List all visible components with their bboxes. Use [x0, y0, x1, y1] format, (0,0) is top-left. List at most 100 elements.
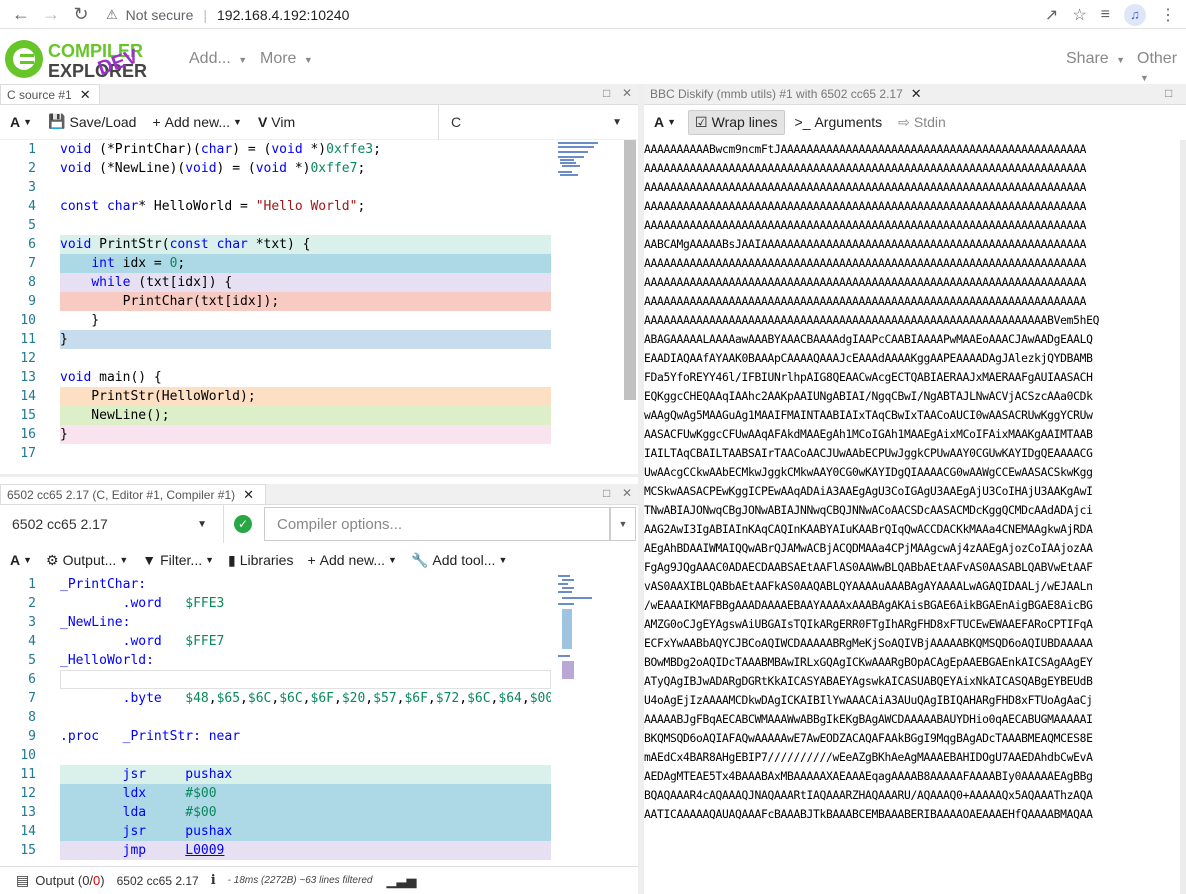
- assembly-minimap[interactable]: [556, 575, 620, 685]
- source-scrollbar[interactable]: [624, 140, 636, 400]
- tool-output[interactable]: AAAAAAAAAABwcm9ncmFtJAAAAAAAAAAAAAAAAAAA…: [644, 140, 1178, 894]
- font-size-button[interactable]: A ▼: [10, 114, 32, 130]
- code-line[interactable]: 3 _NewLine:: [0, 613, 551, 632]
- code-line[interactable]: 11}: [0, 330, 551, 349]
- maximize-icon[interactable]: □: [603, 86, 610, 100]
- arguments-button[interactable]: >_ Arguments: [795, 114, 883, 130]
- code-line[interactable]: 14 jsr pushax: [0, 822, 551, 841]
- vim-toggle[interactable]: V Vim: [258, 114, 295, 130]
- code-line[interactable]: 2 void (*NewLine)(void) = (void *)0xffe7;: [0, 159, 551, 178]
- code-line[interactable]: 1 void (*PrintChar)(char) = (void *)0xffe…: [0, 140, 551, 159]
- code-line[interactable]: 3: [0, 178, 551, 197]
- code-line[interactable]: 16}: [0, 425, 551, 444]
- maximize-icon[interactable]: □: [603, 486, 610, 500]
- code-line[interactable]: 15 jmp L0009: [0, 841, 551, 860]
- bookmark-star-icon[interactable]: ☆: [1072, 5, 1086, 25]
- add-new-button[interactable]: + Add new... ▼: [307, 552, 397, 568]
- terminal-icon: ▤: [16, 872, 30, 888]
- code-line[interactable]: 1 _PrintChar:: [0, 575, 551, 594]
- assembly-output[interactable]: 1 _PrintChar: 2 .word $FFE3 3 _NewLine: 4 .wo…: [0, 575, 551, 861]
- options-dropdown-button[interactable]: ▼: [610, 507, 636, 541]
- libraries-button[interactable]: ▮ Libraries: [228, 552, 293, 569]
- compiler-status-bar: ▤ Output (0/0) 6502 cc65 2.17 i - 18ms (…: [0, 866, 640, 894]
- profile-avatar[interactable]: ♫: [1124, 3, 1146, 26]
- code-text: jsr pushax: [122, 824, 233, 839]
- code-line[interactable]: 5: [0, 216, 551, 235]
- output-line: vAS0AAXIBLQABbAEtAAFkAS0AAQABLQYAAAAuAAA…: [644, 580, 1093, 593]
- code-line[interactable]: 7 int idx = 0;: [0, 254, 551, 273]
- bar-chart-icon[interactable]: ▁▃▅: [386, 873, 416, 889]
- browser-menu-icon[interactable]: ⋮: [1160, 5, 1176, 25]
- back-arrow-icon[interactable]: ←: [6, 0, 36, 28]
- tab-source[interactable]: C source #1 ✕: [0, 84, 100, 105]
- tab-compiler[interactable]: 6502 cc65 2.17 (C, Editor #1, Compiler #…: [0, 484, 266, 505]
- close-pane-icon[interactable]: ✕: [622, 86, 632, 100]
- tab-strip: [934, 84, 1186, 105]
- code-line[interactable]: 8 while (txt[idx]) {: [0, 273, 551, 292]
- line-number: 10: [20, 748, 36, 763]
- filter-menu[interactable]: ▼ Filter... ▼: [142, 552, 214, 568]
- code-line[interactable]: 15 NewLine();: [0, 406, 551, 425]
- save-load-button[interactable]: 💾 Save/Load: [48, 113, 136, 130]
- compiler-explorer-logo[interactable]: COMPILER EXPLORER DEV: [2, 35, 172, 83]
- other-menu[interactable]: Other ▼: [1137, 50, 1186, 86]
- address-bar[interactable]: ⚠ Not secure | 192.168.4.192:10240: [106, 3, 1026, 26]
- source-minimap[interactable]: [556, 140, 620, 180]
- output-button[interactable]: ▤ Output (0/0): [16, 872, 105, 889]
- code-line[interactable]: 10 }: [0, 311, 551, 330]
- maximize-icon[interactable]: □: [1165, 86, 1172, 100]
- compiler-select[interactable]: 6502 cc65 2.17 ▼: [0, 505, 224, 543]
- code-line[interactable]: 12 ldx #$00: [0, 784, 551, 803]
- tab-tool[interactable]: BBC Diskify (mmb utils) #1 with 6502 cc6…: [644, 84, 934, 105]
- code-line[interactable]: 5 _HelloWorld:: [0, 651, 551, 670]
- stdin-button[interactable]: ⇨ Stdin: [898, 114, 946, 131]
- code-line[interactable]: 11 jsr pushax: [0, 765, 551, 784]
- code-line[interactable]: 8: [0, 708, 551, 727]
- compiler-options-input[interactable]: Compiler options...: [264, 507, 610, 541]
- code-line[interactable]: 2 .word $FFE3: [0, 594, 551, 613]
- more-menu[interactable]: More ▼: [260, 50, 313, 68]
- code-text: .byte $48,$65,$6C,$6C,$6F,$20,$57,$6F,$7…: [122, 691, 551, 706]
- tool-pane: BBC Diskify (mmb utils) #1 with 6502 cc6…: [644, 84, 1186, 894]
- code-line[interactable]: 10: [0, 746, 551, 765]
- language-select[interactable]: C ▼: [438, 104, 636, 140]
- info-icon[interactable]: i: [211, 873, 216, 888]
- code-line[interactable]: 6 void PrintStr(const char *txt) {: [0, 235, 551, 254]
- code-line[interactable]: 12: [0, 349, 551, 368]
- code-line[interactable]: 4 const char* HelloWorld = "Hello World";: [0, 197, 551, 216]
- add-new-button[interactable]: + Add new... ▼: [152, 114, 242, 130]
- close-icon[interactable]: ✕: [911, 86, 922, 102]
- line-number: 11: [20, 767, 36, 782]
- reload-icon[interactable]: ↻: [66, 0, 96, 28]
- code-line[interactable]: 9 PrintChar(txt[idx]);: [0, 292, 551, 311]
- output-menu[interactable]: ⚙ Output... ▼: [46, 552, 128, 569]
- wrap-lines-toggle[interactable]: ☑ Wrap lines: [688, 109, 785, 135]
- code-line[interactable]: 9 .proc _PrintStr: near: [0, 727, 551, 746]
- close-icon[interactable]: ✕: [80, 87, 91, 103]
- tool-scrollbar[interactable]: [1180, 140, 1186, 894]
- share-page-icon[interactable]: ↗: [1045, 5, 1058, 25]
- pane-divider[interactable]: [0, 474, 638, 477]
- font-size-button[interactable]: A ▼: [654, 114, 676, 130]
- code-line[interactable]: 7 .byte $48,$65,$6C,$6C,$6F,$20,$57,$6F,…: [0, 689, 551, 708]
- font-size-button[interactable]: A ▼: [10, 552, 32, 568]
- share-menu[interactable]: Share ▼: [1066, 50, 1125, 68]
- output-line: ABAGAAAAALAAAAawAAABYAAACBAAAAdgIAAPcCAA…: [644, 333, 1093, 346]
- forward-arrow-icon[interactable]: →: [36, 0, 66, 28]
- add-menu[interactable]: Add... ▼: [189, 50, 247, 68]
- code-line[interactable]: 13 void main() {: [0, 368, 551, 387]
- code-line[interactable]: 13 lda #$00: [0, 803, 551, 822]
- close-pane-icon[interactable]: ✕: [622, 486, 632, 500]
- media-playlist-icon[interactable]: ≡: [1101, 6, 1110, 24]
- plus-icon: +: [152, 113, 161, 130]
- source-editor[interactable]: 1 void (*PrintChar)(char) = (void *)0xffe…: [0, 140, 551, 467]
- add-tool-button[interactable]: 🔧 Add tool... ▼: [411, 552, 507, 569]
- code-line[interactable]: 6: [0, 670, 551, 689]
- output-line: AAAAABJgFBqAECABCWMAAAWwABBgIkEKgBAgAWCD…: [644, 713, 1093, 726]
- code-line[interactable]: 14 PrintStr(HelloWorld);: [0, 387, 551, 406]
- code-line[interactable]: 4 .word $FFE7: [0, 632, 551, 651]
- close-icon[interactable]: ✕: [243, 487, 254, 503]
- tab-compiler-label: 6502 cc65 2.17 (C, Editor #1, Compiler #…: [7, 487, 236, 502]
- code-line[interactable]: 17: [0, 444, 551, 463]
- code-text: lda #$00: [122, 805, 217, 820]
